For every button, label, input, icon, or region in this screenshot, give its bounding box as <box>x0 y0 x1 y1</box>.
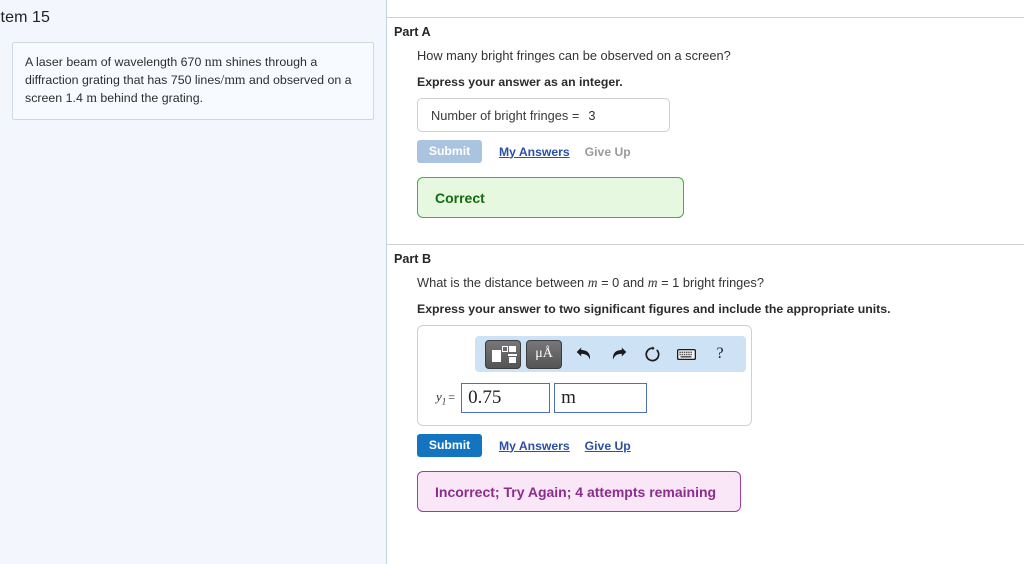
part-b-equals-sign: = <box>448 390 456 405</box>
part-b-submit-button[interactable]: Submit <box>417 434 482 457</box>
part-b-symbol-m-1: m <box>587 275 598 290</box>
problem-unit-mm: mm <box>224 72 246 87</box>
math-toolbar: μÅ ? <box>475 336 746 372</box>
problem-unit-m: m <box>86 90 97 105</box>
problem-line1-text: A laser beam of wavelength 670 <box>25 55 202 69</box>
part-a-my-answers-link[interactable]: My Answers <box>499 145 570 159</box>
part-b-question-text-3: = 1 bright fringes? <box>661 275 764 290</box>
units-symbols-label: μÅ <box>535 346 553 361</box>
part-a-question: How many bright fringes can be observed … <box>417 48 731 63</box>
part-b-variable-label: y1 = <box>436 389 455 407</box>
mastering-physics-item-view: Item 15 A laser beam of wavelength 670 n… <box>0 0 1024 564</box>
reset-circle-icon[interactable] <box>635 341 669 368</box>
part-b-answer-widget: μÅ ? y1 = 0.75 m <box>417 325 752 426</box>
part-b-question-text-1: What is the distance between <box>417 275 585 290</box>
part-b-feedback-incorrect: Incorrect; Try Again; 4 attempts remaini… <box>417 471 741 512</box>
problem-unit-nm: nm <box>204 54 223 69</box>
part-b-actions: Submit My Answers Give Up <box>417 434 1024 457</box>
part-a-block: Part A How many bright fringes can be ob… <box>387 18 1024 218</box>
part-b-value-input[interactable] <box>461 383 551 413</box>
part-b-give-up-link[interactable]: Give Up <box>585 439 631 453</box>
units-symbols-icon[interactable]: μÅ <box>526 339 562 369</box>
part-b-heading: Part B <box>394 252 432 266</box>
part-a-feedback-correct: Correct <box>417 177 684 218</box>
keyboard-icon[interactable] <box>669 341 703 368</box>
problem-statement: A laser beam of wavelength 670 nm shines… <box>12 42 374 120</box>
part-b-input-row: y1 = <box>428 383 741 413</box>
part-b-symbol-m-2: m <box>647 275 658 290</box>
part-a-body: How many bright fringes can be observed … <box>387 48 1024 218</box>
part-b-question: What is the distance between m = 0 and m… <box>417 275 1024 291</box>
part-a-answer-field[interactable]: Number of bright fringes = 3 <box>417 98 670 132</box>
part-a-actions: Submit My Answers Give Up <box>417 140 1024 163</box>
part-a-heading: Part A <box>394 25 431 39</box>
part-a-answer-label: Number of bright fringes = <box>431 107 580 123</box>
part-b-instruction: Express your answer to two significant f… <box>417 302 891 316</box>
part-a-give-up-link: Give Up <box>584 144 631 159</box>
help-icon[interactable]: ? <box>703 341 737 368</box>
math-template-icon[interactable] <box>485 339 521 369</box>
math-template-glyph <box>492 345 517 363</box>
part-b-block: Part B What is the distance between m = … <box>387 245 1024 512</box>
problem-line2-text: grating that has 750 lines <box>81 73 221 87</box>
redo-arrow-icon[interactable] <box>601 341 635 368</box>
part-a-answer-value: 3 <box>588 107 596 123</box>
part-b-question-text-2: = 0 and <box>601 275 645 290</box>
part-b-unit-input[interactable] <box>554 383 648 413</box>
part-a-instruction: Express your answer as an integer. <box>417 75 623 89</box>
part-b-variable-subscript: 1 <box>441 396 447 407</box>
problem-sidebar: Item 15 A laser beam of wavelength 670 n… <box>0 0 387 564</box>
parts-pane: Part A How many bright fringes can be ob… <box>387 0 1024 564</box>
part-b-my-answers-link[interactable]: My Answers <box>499 439 570 453</box>
problem-line3-number: 1.4 <box>65 91 83 105</box>
part-b-body: What is the distance between m = 0 and m… <box>387 275 1024 512</box>
help-label: ? <box>716 345 724 362</box>
part-a-submit-button[interactable]: Submit <box>417 140 482 163</box>
page-title: Item 15 <box>0 9 51 26</box>
undo-arrow-icon[interactable] <box>567 341 601 368</box>
problem-line3-text: behind the grating. <box>100 91 204 105</box>
